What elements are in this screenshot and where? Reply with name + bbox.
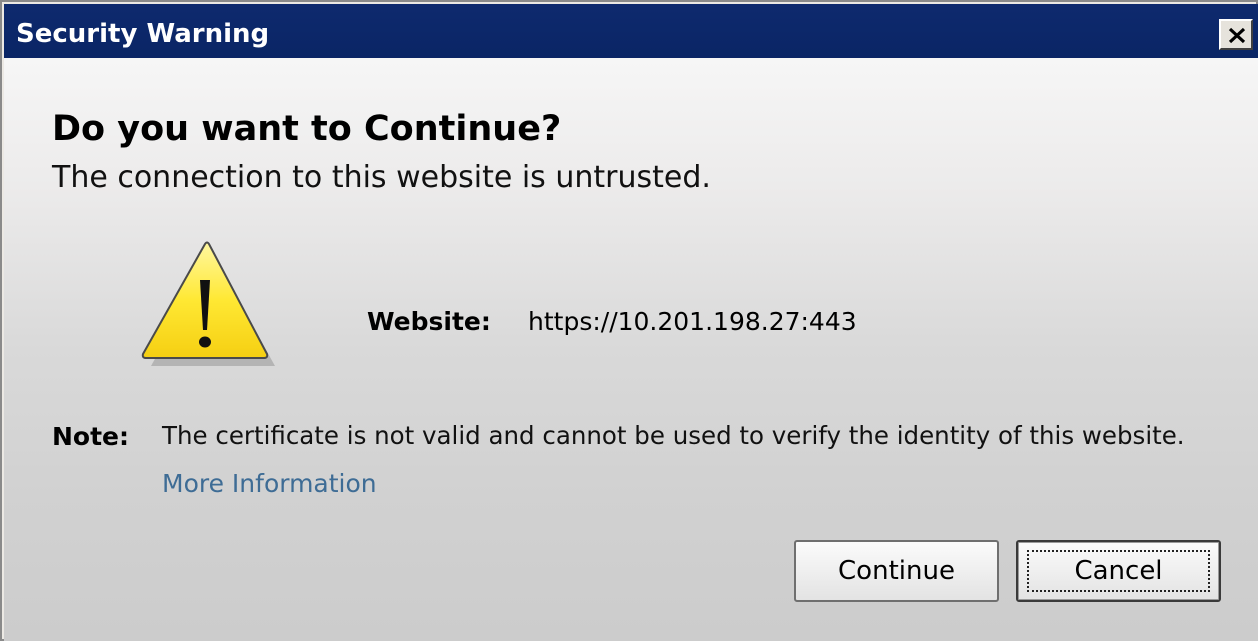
close-icon [1228, 27, 1246, 44]
more-information-link[interactable]: More Information [162, 469, 377, 499]
website-url: https://10.201.198.27:443 [528, 307, 857, 336]
cancel-button-label: Cancel [1074, 556, 1163, 586]
continue-button-label: Continue [838, 556, 955, 586]
website-label: Website: [367, 307, 491, 336]
dialog-heading: Do you want to Continue? [52, 109, 562, 149]
window-title: Security Warning [16, 19, 270, 49]
note-label: Note: [52, 422, 130, 451]
title-bar[interactable]: Security Warning [4, 4, 1258, 58]
dialog-body: Do you want to Continue? The connection … [4, 58, 1258, 641]
dialog-window: Security Warning Do you want to Continue… [0, 0, 1258, 641]
continue-button[interactable]: Continue [794, 540, 999, 602]
dialog-subheading: The connection to this website is untrus… [52, 160, 711, 195]
note-text: The certificate is not valid and cannot … [162, 421, 1185, 450]
warning-icon [141, 241, 275, 366]
cancel-button[interactable]: Cancel [1016, 540, 1221, 602]
close-button[interactable] [1219, 19, 1253, 50]
